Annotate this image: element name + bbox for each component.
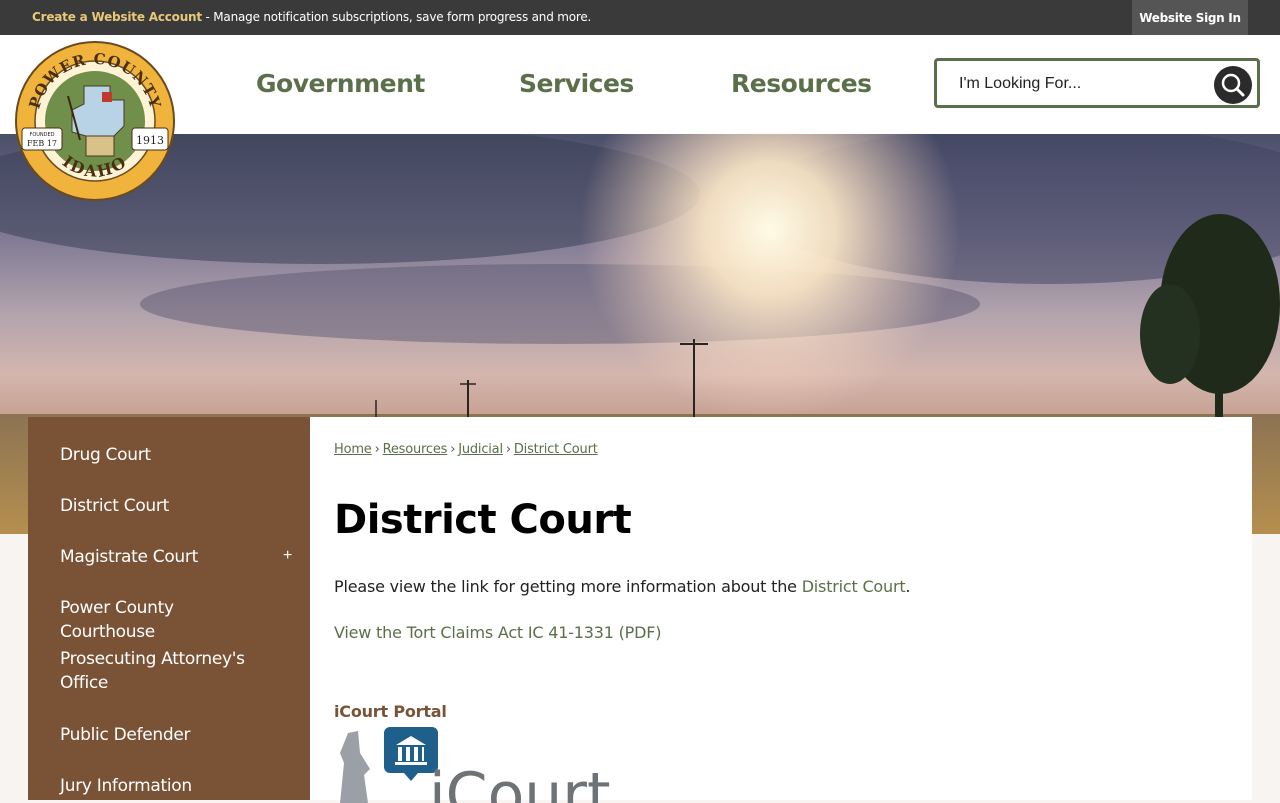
tort-claims-pdf-link[interactable]: View the Tort Claims Act IC 41-1331 (PDF… — [334, 623, 661, 642]
district-court-link[interactable]: District Court — [802, 577, 906, 596]
sidebar-item-jury-information[interactable]: Jury Information — [60, 774, 270, 798]
breadcrumb-resources[interactable]: Resources — [383, 442, 448, 457]
search-input[interactable] — [957, 71, 1211, 97]
idaho-state-icon — [340, 731, 370, 803]
account-message: Create a Website Account - Manage notifi… — [32, 10, 591, 24]
breadcrumb-district-court[interactable]: District Court — [514, 442, 598, 457]
county-seal-logo[interactable]: POWER COUNTY IDAHO FOUNDED FEB 17 1913 — [14, 40, 176, 202]
breadcrumb-judicial[interactable]: Judicial — [458, 442, 503, 457]
sidebar-item-public-defender[interactable]: Public Defender — [60, 723, 270, 747]
intro-paragraph: Please view the link for getting more in… — [334, 577, 910, 596]
site-search — [934, 58, 1260, 108]
breadcrumb-separator: › — [505, 442, 511, 457]
seal-founded-date: FEB 17 — [27, 139, 57, 148]
sidebar-nav: Drug Court District Court Magistrate Cou… — [28, 417, 310, 800]
nav-resources[interactable]: Resources — [731, 69, 872, 98]
breadcrumb-separator: › — [450, 442, 456, 457]
breadcrumb: Home › Resources › Judicial › District Court — [334, 442, 598, 457]
breadcrumb-home[interactable]: Home — [334, 442, 372, 457]
breadcrumb-separator: › — [374, 442, 380, 457]
sidebar-item-district-court[interactable]: District Court — [60, 494, 270, 518]
utility-bar: Create a Website Account - Manage notifi… — [0, 0, 1280, 35]
nav-government[interactable]: Government — [256, 69, 425, 98]
search-icon — [1221, 73, 1245, 97]
icourt-portal-logo[interactable]: iCourt — [334, 723, 634, 803]
sidebar-item-prosecuting-attorney[interactable]: Prosecuting Attorney's Office — [60, 647, 270, 695]
sidebar-item-power-county-courthouse[interactable]: Power County Courthouse — [60, 596, 270, 644]
icourt-portal-heading: iCourt Portal — [334, 702, 447, 721]
intro-suffix: . — [905, 577, 911, 596]
create-account-link[interactable]: Create a Website Account — [32, 10, 202, 24]
icourt-logo-text: iCourt — [429, 760, 611, 803]
account-message-text: - Manage notification subscriptions, sav… — [201, 10, 592, 24]
sidebar-item-magistrate-court[interactable]: Magistrate Court — [60, 545, 270, 569]
main-content: Home › Resources › Judicial › District Court D… — [310, 417, 1252, 803]
sidebar-item-drug-court[interactable]: Drug Court — [60, 443, 270, 467]
magistrate-court-expand-icon[interactable]: + — [283, 547, 292, 565]
nav-services[interactable]: Services — [519, 69, 634, 98]
seal-founded-label: FOUNDED — [29, 132, 54, 138]
page-title: District Court — [334, 497, 632, 543]
search-button[interactable] — [1214, 66, 1252, 104]
intro-text: Please view the link for getting more in… — [334, 577, 802, 596]
sign-in-button[interactable]: Website Sign In — [1132, 0, 1248, 35]
seal-year: 1913 — [136, 134, 164, 147]
